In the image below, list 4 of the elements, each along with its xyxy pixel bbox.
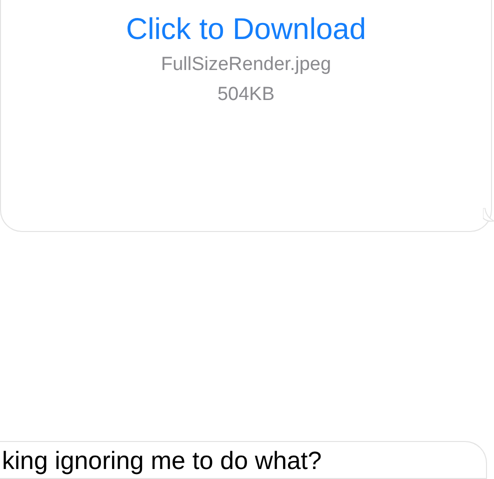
file-size: 504KB bbox=[217, 83, 275, 107]
download-link[interactable]: Click to Download bbox=[126, 10, 366, 50]
file-name: FullSizeRender.jpeg bbox=[160, 53, 332, 77]
message-text: king ignoring me to do what? bbox=[1, 446, 323, 476]
